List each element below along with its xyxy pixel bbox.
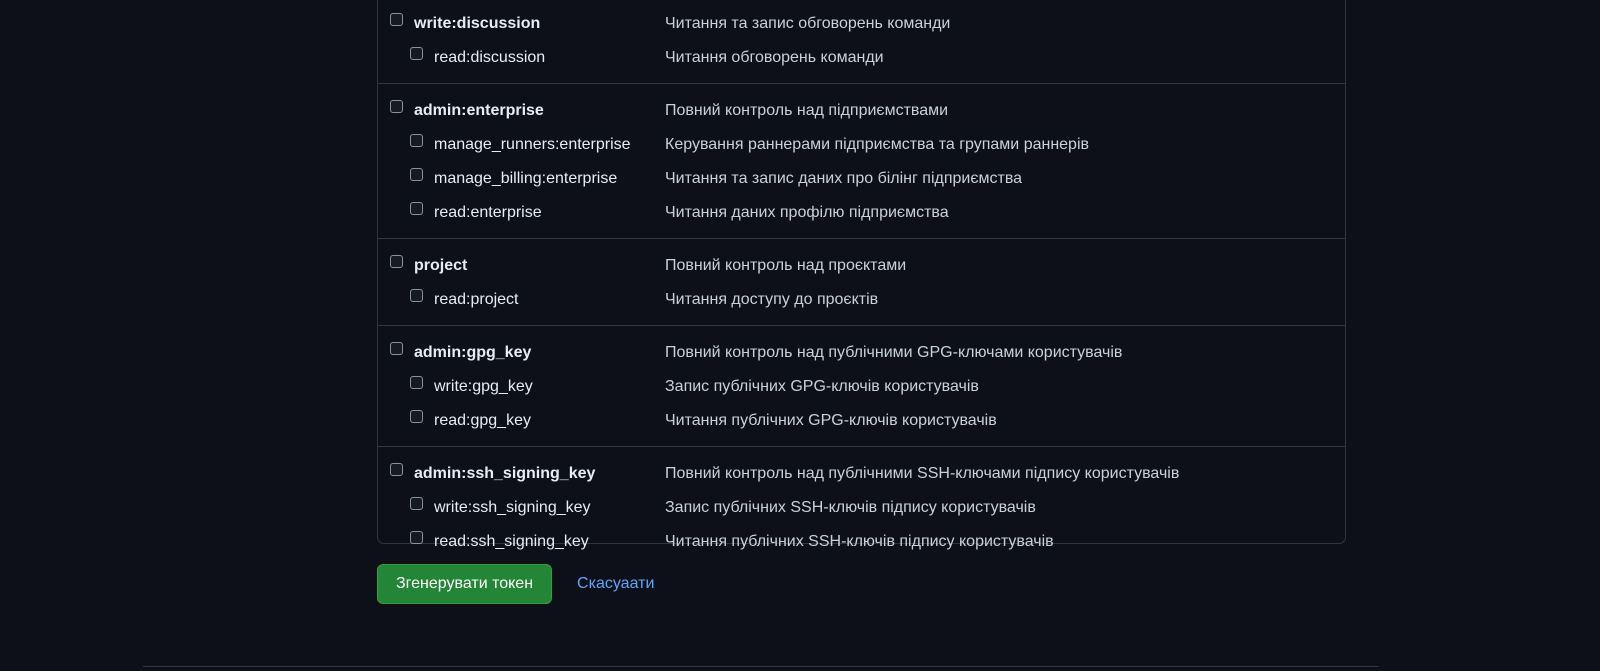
scope-name: admin:gpg_key	[414, 344, 532, 361]
scope-description: Читання та запис даних про білінг підпри…	[665, 170, 1023, 187]
scope-row-read-gpg-key: read:gpg_key Читання публічних GPG-ключі…	[378, 403, 1345, 437]
read-enterprise-checkbox[interactable]	[410, 202, 423, 215]
scope-row-admin-gpg-key: admin:gpg_key Повний контроль над публіч…	[378, 335, 1345, 369]
scope-name: admin:enterprise	[414, 102, 544, 119]
scope-description: Читання доступу до проєктів	[665, 291, 879, 308]
scope-description: Повний контроль над проєктами	[665, 257, 907, 274]
scope-description: Повний контроль над публічними GPG-ключа…	[665, 344, 1123, 361]
read-gpg-key-checkbox[interactable]	[410, 410, 423, 423]
scope-name: read:enterprise	[434, 204, 542, 221]
cancel-link[interactable]: Скасуаати	[577, 575, 654, 593]
scope-name: write:ssh_signing_key	[434, 499, 591, 516]
scope-row-read-discussion: read:discussion Читання обговорень коман…	[378, 40, 1345, 74]
scope-name: write:discussion	[414, 15, 541, 32]
scope-name: read:ssh_signing_key	[434, 533, 589, 550]
scope-row-read-enterprise: read:enterprise Читання даних профілю пі…	[378, 195, 1345, 229]
write-gpg-key-checkbox[interactable]	[410, 376, 423, 389]
scope-row-write-gpg-key: write:gpg_key Запис публічних GPG-ключів…	[378, 369, 1345, 403]
read-ssh-signing-key-checkbox[interactable]	[410, 531, 423, 544]
scope-row-read-project: read:project Читання доступу до проєктів	[378, 282, 1345, 316]
scope-row-write-discussion: write:discussion Читання та запис обгово…	[378, 6, 1345, 40]
write-discussion-checkbox[interactable]	[390, 13, 403, 26]
scope-name: manage_runners:enterprise	[434, 136, 631, 153]
read-discussion-checkbox[interactable]	[410, 47, 423, 60]
scopes-list: write:discussion Читання та запис обгово…	[377, 0, 1346, 550]
scope-group-admin-gpg-key: admin:gpg_key Повний контроль над публіч…	[378, 326, 1345, 447]
scope-group-admin-ssh-signing-key: admin:ssh_signing_key Повний контроль на…	[378, 447, 1345, 567]
generate-token-button[interactable]: Згенерувати токен	[377, 564, 553, 604]
scope-name: read:discussion	[434, 49, 546, 66]
scope-row-read-ssh-signing-key: read:ssh_signing_key Читання публічних S…	[378, 524, 1345, 558]
scope-group-project: project Повний контроль над проєктами re…	[378, 239, 1345, 326]
scope-description: Запис публічних SSH-ключів підпису корис…	[665, 499, 1036, 516]
scope-description: Читання публічних SSH-ключів підпису кор…	[665, 533, 1054, 550]
scope-row-admin-ssh-signing-key: admin:ssh_signing_key Повний контроль на…	[378, 456, 1345, 490]
scope-row-write-ssh-signing-key: write:ssh_signing_key Запис публічних SS…	[378, 490, 1345, 524]
read-project-checkbox[interactable]	[410, 289, 423, 302]
manage-runners-enterprise-checkbox[interactable]	[410, 134, 423, 147]
scope-description: Читання обговорень команди	[665, 49, 884, 66]
form-actions: Згенерувати токен Скасуаати	[377, 564, 654, 604]
scope-description: Повний контроль над публічними SSH-ключа…	[665, 465, 1180, 482]
admin-gpg-key-checkbox[interactable]	[390, 342, 403, 355]
scope-name: write:gpg_key	[434, 378, 533, 395]
scope-row-manage-billing-enterprise: manage_billing:enterprise Читання та зап…	[378, 161, 1345, 195]
scope-name: manage_billing:enterprise	[434, 170, 618, 187]
scope-description: Читання та запис обговорень команди	[665, 15, 951, 32]
project-checkbox[interactable]	[390, 255, 403, 268]
scope-row-project: project Повний контроль над проєктами	[378, 248, 1345, 282]
scope-description: Керування раннерами підприємства та груп…	[665, 136, 1090, 153]
scope-description: Повний контроль над підприємствами	[665, 102, 949, 119]
manage-billing-enterprise-checkbox[interactable]	[410, 168, 423, 181]
scope-name: read:project	[434, 291, 519, 308]
scope-description: Запис публічних GPG-ключів користувачів	[665, 378, 979, 395]
scope-description: Читання даних профілю підприємства	[665, 204, 949, 221]
scope-name: read:gpg_key	[434, 412, 531, 429]
footer-divider	[143, 666, 1379, 667]
scope-group-write-discussion: write:discussion Читання та запис обгово…	[378, 0, 1345, 84]
scope-row-manage-runners-enterprise: manage_runners:enterprise Керування ранн…	[378, 127, 1345, 161]
scope-group-admin-enterprise: admin:enterprise Повний контроль над під…	[378, 84, 1345, 239]
scope-name: project	[414, 257, 468, 274]
scope-name: admin:ssh_signing_key	[414, 465, 596, 482]
admin-enterprise-checkbox[interactable]	[390, 100, 403, 113]
scope-description: Читання публічних GPG-ключів користувачі…	[665, 412, 997, 429]
write-ssh-signing-key-checkbox[interactable]	[410, 497, 423, 510]
admin-ssh-signing-key-checkbox[interactable]	[390, 463, 403, 476]
scope-row-admin-enterprise: admin:enterprise Повний контроль над під…	[378, 93, 1345, 127]
